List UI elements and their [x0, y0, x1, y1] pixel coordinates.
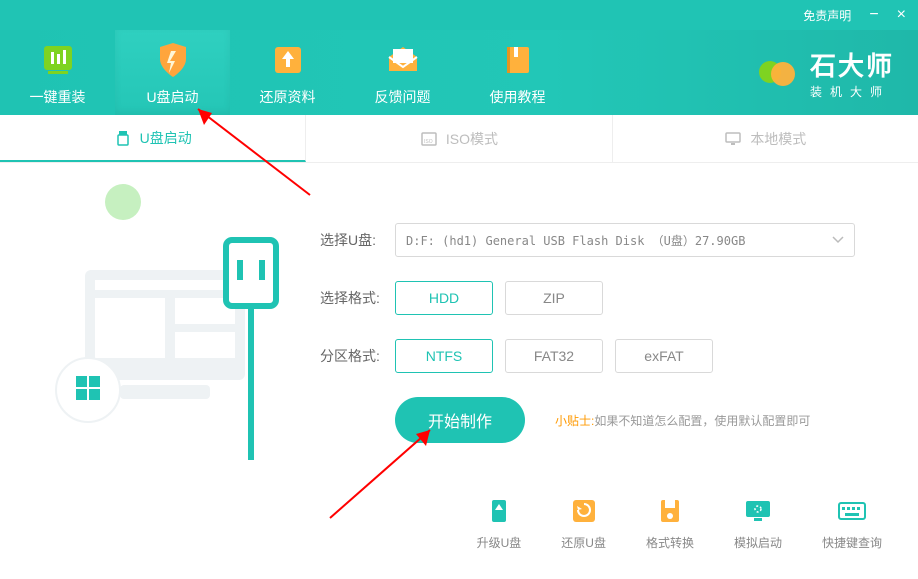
brand-title: 石大师 — [810, 46, 894, 83]
nav-label: 反馈问题 — [375, 87, 431, 107]
chevron-down-icon — [832, 236, 844, 244]
usb-icon — [114, 129, 132, 147]
format-row: 选择格式: HDD ZIP — [320, 281, 878, 315]
tab-local-mode[interactable]: 本地模式 — [613, 115, 918, 162]
fs-fat32-button[interactable]: FAT32 — [505, 339, 603, 373]
fs-label: 分区格式: — [320, 346, 395, 366]
monitor-icon — [741, 494, 775, 528]
mode-tabs: U盘启动 ISO ISO模式 本地模式 — [0, 115, 918, 163]
tool-simulate-boot[interactable]: 模拟启动 — [734, 494, 782, 551]
tab-label: ISO模式 — [446, 129, 498, 149]
brand-area: 石大师 装机大师 — [756, 30, 918, 115]
nav-feedback[interactable]: 反馈问题 — [345, 30, 460, 115]
tool-label: 格式转换 — [646, 534, 694, 551]
fs-exfat-button[interactable]: exFAT — [615, 339, 713, 373]
nav-label: U盘启动 — [146, 87, 198, 107]
tool-hotkey-query[interactable]: 快捷键查询 — [822, 494, 882, 551]
book-icon — [497, 39, 539, 81]
tool-format-convert[interactable]: 格式转换 — [646, 494, 694, 551]
iso-icon: ISO — [420, 130, 438, 148]
tip-text: 如果不知道怎么配置，使用默认配置即可 — [594, 414, 810, 428]
format-label: 选择格式: — [320, 288, 395, 308]
tool-upgrade-usb[interactable]: 升级U盘 — [477, 494, 522, 551]
nav-restore[interactable]: 还原资料 — [230, 30, 345, 115]
format-hdd-button[interactable]: HDD — [395, 281, 493, 315]
tip-text-wrap: 小贴士:如果不知道怎么配置，使用默认配置即可 — [555, 412, 810, 429]
nav-tutorial[interactable]: 使用教程 — [460, 30, 575, 115]
main-panel: 选择U盘: D:F: (hd1) General USB Flash Disk … — [0, 163, 918, 579]
tab-usb-boot[interactable]: U盘启动 — [0, 115, 306, 162]
monitor-icon — [724, 130, 742, 148]
disk-icon — [653, 494, 687, 528]
fs-row: 分区格式: NTFS FAT32 exFAT — [320, 339, 878, 373]
reinstall-icon — [37, 39, 79, 81]
top-nav: 一键重装 U盘启动 还原资料 反馈问题 使用教程 石大师 装机大师 — [0, 30, 918, 115]
disk-row: 选择U盘: D:F: (hd1) General USB Flash Disk … — [320, 223, 878, 257]
fs-ntfs-button[interactable]: NTFS — [395, 339, 493, 373]
format-zip-button[interactable]: ZIP — [505, 281, 603, 315]
brand-subtitle: 装机大师 — [810, 83, 894, 100]
usb-up-icon — [482, 494, 516, 528]
action-row: 开始制作 小贴士:如果不知道怎么配置，使用默认配置即可 — [320, 397, 878, 443]
bottom-tools: 升级U盘 还原U盘 格式转换 模拟启动 快捷键查询 — [477, 494, 882, 551]
nav-reinstall[interactable]: 一键重装 — [0, 30, 115, 115]
envelope-icon — [382, 39, 424, 81]
upload-icon — [267, 39, 309, 81]
nav-label: 使用教程 — [490, 87, 546, 107]
tab-label: U盘启动 — [140, 128, 192, 148]
start-button[interactable]: 开始制作 — [395, 397, 525, 443]
nav-label: 一键重装 — [30, 87, 86, 107]
nav-label: 还原资料 — [260, 87, 316, 107]
close-button[interactable]: × — [897, 6, 906, 24]
logo-icon — [756, 52, 798, 94]
tool-restore-usb[interactable]: 还原U盘 — [561, 494, 606, 551]
titlebar: 免责声明 − × — [0, 0, 918, 30]
disk-label: 选择U盘: — [320, 230, 395, 250]
tab-iso-mode[interactable]: ISO ISO模式 — [306, 115, 612, 162]
tip-label: 小贴士: — [555, 414, 594, 428]
disk-select-value: D:F: (hd1) General USB Flash Disk （U盘）27… — [406, 232, 745, 249]
tool-label: 快捷键查询 — [822, 534, 882, 551]
tool-label: 模拟启动 — [734, 534, 782, 551]
tab-label: 本地模式 — [750, 129, 806, 149]
svg-text:ISO: ISO — [424, 139, 433, 145]
nav-usb-boot[interactable]: U盘启动 — [115, 30, 230, 115]
disk-select[interactable]: D:F: (hd1) General USB Flash Disk （U盘）27… — [395, 223, 855, 257]
usb-shield-icon — [152, 39, 194, 81]
disclaimer-link[interactable]: 免责声明 — [803, 7, 851, 24]
restore-icon — [567, 494, 601, 528]
tool-label: 升级U盘 — [477, 534, 522, 551]
minimize-button[interactable]: − — [869, 6, 878, 24]
tool-label: 还原U盘 — [561, 534, 606, 551]
keyboard-icon — [835, 494, 869, 528]
